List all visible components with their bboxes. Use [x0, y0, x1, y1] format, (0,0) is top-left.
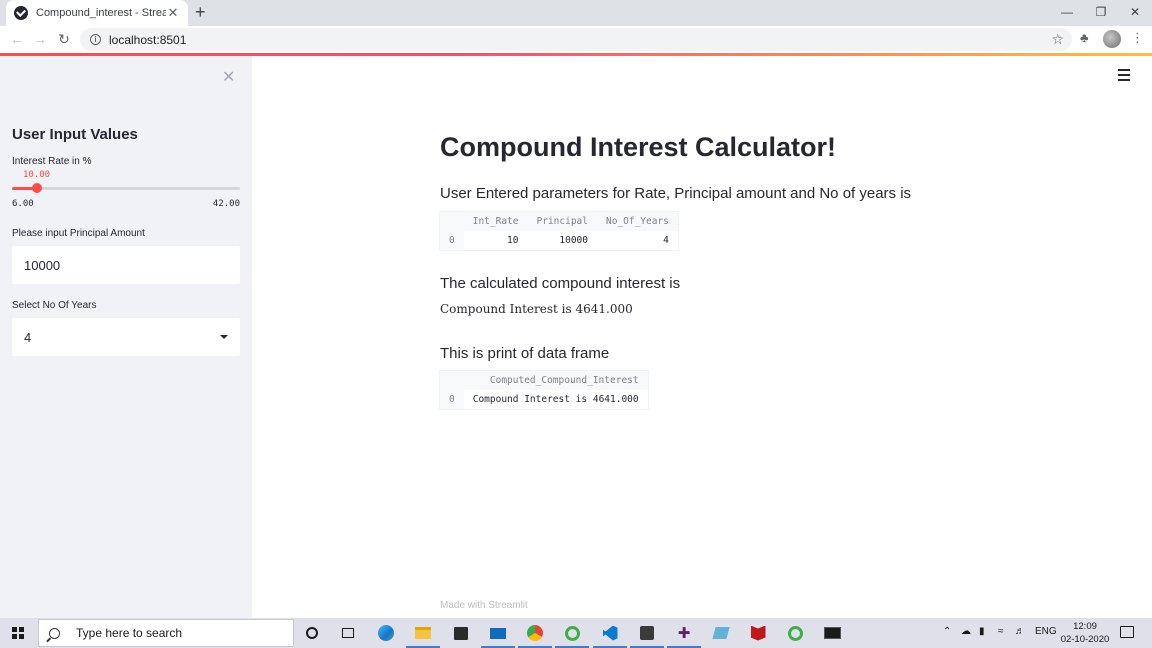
- page-title: Compound Interest Calculator!: [440, 132, 837, 162]
- df-heading: This is print of data frame: [440, 345, 610, 362]
- table-row: 0 Compound Interest is 4641.000: [440, 390, 648, 409]
- hamburger-menu-icon[interactable]: [1118, 69, 1130, 84]
- dataframe-table: Computed_Compound_Interest 0 Compound In…: [440, 371, 648, 409]
- rate-slider-value: 10.00: [23, 170, 51, 180]
- rate-slider-label: Interest Rate in %: [12, 156, 92, 167]
- rate-slider-min: 6.00: [12, 199, 34, 209]
- windows-taskbar: Type here to search ✚ ⌃ ☁ ▮ ≈ ♬ ENG 12:0…: [0, 618, 1152, 648]
- sidebar-title: User Input Values: [12, 126, 138, 143]
- url-text: localhost:8501: [109, 32, 187, 47]
- table-cell: 10000: [527, 231, 597, 250]
- column-header: Int_Rate: [463, 212, 528, 231]
- column-header: Principal: [527, 212, 597, 231]
- search-icon: [49, 627, 60, 639]
- file-explorer-icon[interactable]: [406, 623, 440, 648]
- index-header: [440, 212, 464, 231]
- main-content: Compound Interest Calculator! User Enter…: [252, 56, 1152, 618]
- chevron-down-icon: [220, 335, 228, 339]
- forward-icon[interactable]: →: [31, 30, 49, 48]
- years-label: Select No Of Years: [12, 300, 97, 311]
- app-ring-icon[interactable]: [555, 623, 589, 648]
- slack-icon[interactable]: ✚: [667, 623, 701, 648]
- index-header: [440, 371, 464, 390]
- mcafee-icon[interactable]: [748, 623, 768, 643]
- vscode-icon[interactable]: [593, 623, 627, 648]
- table-cell: Compound Interest is 4641.000: [463, 390, 648, 409]
- streamlit-favicon-icon: [14, 6, 28, 20]
- volume-icon[interactable]: ♬: [1015, 626, 1025, 637]
- tab-title: Compound_interest - Streamlit: [36, 7, 166, 19]
- table-header-row: Int_Rate Principal No_Of_Years: [440, 212, 678, 231]
- principal-label: Please input Principal Amount: [12, 228, 145, 239]
- window-controls: — ❐ ✕: [1050, 0, 1152, 26]
- browser-tab-strip: Compound_interest - Streamlit ✕ + — ❐ ✕: [0, 0, 1152, 26]
- sidebar-close-icon[interactable]: ✕: [222, 67, 235, 87]
- battery-icon[interactable]: ▮: [979, 626, 985, 637]
- windows-start-icon[interactable]: [12, 627, 24, 639]
- taskbar-search-placeholder: Type here to search: [76, 626, 183, 640]
- sidebar: ✕ User Input Values Interest Rate in % 1…: [0, 56, 252, 618]
- column-header: Computed_Compound_Interest: [463, 371, 648, 390]
- action-center-icon[interactable]: [1120, 626, 1134, 638]
- calc-result-text: Compound Interest is 4641.000: [440, 302, 633, 316]
- rate-slider-thumb[interactable]: [32, 183, 42, 193]
- calc-heading: The calculated compound interest is: [440, 275, 681, 292]
- chrome-icon[interactable]: [518, 623, 552, 648]
- row-index: 0: [440, 231, 464, 250]
- store-icon[interactable]: [451, 623, 471, 643]
- params-table: Int_Rate Principal No_Of_Years 0 10 1000…: [440, 212, 678, 250]
- table-cell: 4: [596, 231, 678, 250]
- language-indicator[interactable]: ENG: [1035, 626, 1057, 637]
- browser-tab[interactable]: Compound_interest - Streamlit ✕: [6, 0, 188, 26]
- profile-avatar[interactable]: [1103, 30, 1121, 48]
- address-bar[interactable]: i localhost:8501 ☆: [80, 28, 1072, 51]
- reload-icon[interactable]: ↻: [55, 30, 73, 48]
- back-icon[interactable]: ←: [8, 30, 26, 48]
- footer-link[interactable]: Made with Streamlit: [440, 600, 528, 611]
- bookmark-star-icon[interactable]: ☆: [1051, 31, 1064, 48]
- window-close-icon[interactable]: ✕: [1118, 0, 1152, 24]
- restore-icon[interactable]: ❐: [1084, 0, 1118, 24]
- cortana-icon[interactable]: [302, 623, 322, 643]
- site-info-icon[interactable]: i: [90, 34, 101, 45]
- task-view-icon[interactable]: [338, 623, 358, 643]
- wifi-icon[interactable]: ≈: [998, 626, 1004, 637]
- clock-time: 12:09: [1073, 621, 1097, 632]
- onedrive-cloud-icon[interactable]: ☁: [961, 626, 971, 637]
- tray-chevron-up-icon[interactable]: ⌃: [943, 626, 951, 637]
- params-heading: User Entered parameters for Rate, Princi…: [440, 185, 912, 202]
- app-ring-icon-2[interactable]: [785, 623, 805, 643]
- taskbar-search-box[interactable]: Type here to search: [38, 619, 294, 647]
- mail-icon[interactable]: [481, 623, 515, 648]
- edge-browser-icon[interactable]: [376, 623, 396, 643]
- clock-date: 02-10-2020: [1060, 634, 1110, 645]
- extensions-puzzle-icon[interactable]: ♣: [1080, 30, 1089, 45]
- years-select[interactable]: 4: [12, 318, 240, 356]
- taskbar-clock[interactable]: 12:09 02-10-2020: [1058, 620, 1112, 646]
- terminal-icon[interactable]: [822, 623, 842, 643]
- table-row: 0 10 10000 4: [440, 231, 678, 250]
- tab-close-icon[interactable]: ✕: [166, 5, 180, 21]
- rate-slider[interactable]: [12, 183, 240, 193]
- minimize-icon[interactable]: —: [1050, 0, 1084, 24]
- years-select-value: 4: [24, 329, 32, 345]
- new-tab-button[interactable]: +: [195, 3, 206, 21]
- browser-menu-icon[interactable]: ⋮: [1131, 30, 1144, 46]
- rate-slider-max: 42.00: [212, 199, 240, 209]
- table-header-row: Computed_Compound_Interest: [440, 371, 648, 390]
- column-header: No_Of_Years: [596, 212, 678, 231]
- table-cell: 10: [463, 231, 528, 250]
- principal-input[interactable]: 10000: [12, 246, 240, 284]
- media-app-icon[interactable]: [630, 623, 664, 648]
- browser-toolbar: ← → ↻ i localhost:8501 ☆ ♣ ⋮: [0, 26, 1152, 53]
- row-index: 0: [440, 390, 464, 409]
- notepad-icon[interactable]: [711, 623, 731, 643]
